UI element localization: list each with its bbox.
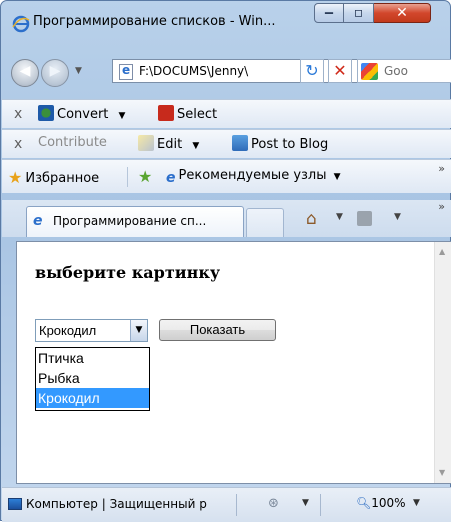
scroll-up-icon[interactable]: ▲ bbox=[439, 247, 445, 256]
status-bar: Компьютер | Защищенный р ⊛ ▼ 🔍︎100% ▼ bbox=[2, 487, 451, 522]
picture-select-value: Крокодил bbox=[39, 323, 97, 338]
suggested-sites-button[interactable]: e Рекомендуемые узлы ▼ bbox=[166, 168, 341, 186]
command-bar-overflow-icon[interactable]: » bbox=[438, 200, 445, 213]
picture-dropdown-list: Птичка Рыбка Крокодил bbox=[35, 347, 150, 411]
scroll-down-icon[interactable]: ▼ bbox=[439, 468, 445, 477]
pdf-toolbar: x Convert ▼ Select bbox=[2, 99, 451, 128]
feeds-dropdown-icon[interactable]: ▼ bbox=[394, 212, 401, 222]
caption-buttons: ‒ ▫ ✕ bbox=[314, 3, 431, 25]
contribute-button[interactable]: Contribute bbox=[38, 135, 107, 150]
convert-label: Convert bbox=[57, 107, 109, 122]
option-crocodile[interactable]: Крокодил bbox=[36, 388, 149, 408]
back-button[interactable]: ◀ bbox=[11, 59, 39, 87]
forward-arrow-icon: ▶ bbox=[49, 63, 61, 79]
close-toolbar-icon[interactable]: x bbox=[14, 106, 22, 122]
option-fish[interactable]: Рыбка bbox=[36, 368, 149, 388]
minimize-icon: ‒ bbox=[324, 5, 334, 21]
search-box[interactable]: Goo bbox=[357, 59, 451, 83]
select-icon bbox=[158, 105, 174, 121]
zoom-value: 100% bbox=[371, 496, 406, 510]
security-zone-text[interactable]: Компьютер | Защищенный р bbox=[26, 497, 231, 511]
show-button[interactable]: Показать bbox=[159, 319, 276, 341]
internet-explorer-icon bbox=[12, 15, 30, 33]
back-arrow-icon: ◀ bbox=[19, 63, 31, 79]
picture-select[interactable]: Крокодил ▼ bbox=[35, 319, 148, 342]
add-to-favorites-button[interactable]: ★ bbox=[138, 167, 155, 186]
post-to-blog-label: Post to Blog bbox=[251, 137, 329, 152]
chevron-down-icon[interactable]: ▼ bbox=[130, 320, 147, 341]
computer-zone-icon bbox=[8, 498, 22, 510]
edit-icon bbox=[138, 135, 154, 151]
favorites-button[interactable]: ★ Избранное bbox=[8, 168, 100, 187]
convert-icon bbox=[38, 105, 54, 121]
zoom-icon: 🔍︎ bbox=[356, 496, 372, 510]
refresh-button[interactable]: ↻ bbox=[300, 59, 324, 83]
add-favorite-icon: ★ bbox=[138, 167, 153, 186]
internet-explorer-icon: e bbox=[33, 213, 43, 229]
option-bird[interactable]: Птичка bbox=[36, 348, 149, 368]
browser-window: Программирование списков - Win... ‒ ▫ ✕ … bbox=[0, 0, 451, 522]
forward-button[interactable]: ▶ bbox=[41, 59, 69, 87]
divider bbox=[320, 494, 321, 516]
select-button[interactable]: Select bbox=[158, 105, 217, 122]
vertical-scrollbar[interactable]: ▲ ▼ bbox=[434, 242, 451, 483]
favorites-label: Избранное bbox=[25, 171, 100, 186]
convert-dropdown-icon[interactable]: ▼ bbox=[119, 111, 126, 121]
tab-label: Программирование сп... bbox=[53, 214, 207, 228]
stop-icon: ✕ bbox=[333, 61, 347, 80]
maximize-icon: ▫ bbox=[353, 5, 364, 21]
page-icon bbox=[119, 63, 133, 80]
contribute-toolbar: x Contribute Edit ▼ Post to Blog bbox=[2, 129, 451, 158]
divider bbox=[236, 494, 237, 516]
minimize-button[interactable]: ‒ bbox=[314, 3, 344, 23]
select-label: Select bbox=[177, 107, 218, 122]
convert-button[interactable]: Convert ▼ bbox=[38, 105, 125, 122]
tab-row: e Программирование сп... ⌂ ▼ ▼ » bbox=[2, 200, 451, 237]
home-icon[interactable]: ⌂ bbox=[306, 209, 317, 229]
edit-button[interactable]: Edit ▼ bbox=[138, 135, 199, 152]
rss-feed-icon[interactable] bbox=[357, 211, 372, 226]
search-provider-icon bbox=[361, 63, 378, 80]
edit-label: Edit bbox=[157, 137, 183, 152]
blog-icon bbox=[232, 135, 248, 151]
zoom-level[interactable]: 🔍︎100% bbox=[356, 496, 406, 510]
page-heading: выберите картинку bbox=[35, 263, 221, 282]
protected-mode-dropdown-icon[interactable]: ▼ bbox=[302, 498, 309, 508]
star-icon: ★ bbox=[8, 168, 23, 187]
close-toolbar-icon[interactable]: x bbox=[14, 136, 22, 152]
close-button[interactable]: ✕ bbox=[374, 3, 431, 23]
post-to-blog-button[interactable]: Post to Blog bbox=[232, 135, 328, 152]
recent-pages-dropdown-icon[interactable]: ▼ bbox=[75, 66, 82, 76]
suggested-sites-dropdown-icon: ▼ bbox=[333, 172, 341, 182]
window-title: Программирование списков - Win... bbox=[33, 14, 276, 29]
title-bar: Программирование списков - Win... ‒ ▫ ✕ bbox=[1, 1, 451, 45]
stop-button[interactable]: ✕ bbox=[328, 59, 352, 83]
home-dropdown-icon[interactable]: ▼ bbox=[336, 212, 343, 222]
favorites-overflow-icon[interactable]: » bbox=[438, 162, 445, 175]
internet-explorer-icon: e bbox=[166, 170, 176, 186]
close-icon: ✕ bbox=[396, 5, 408, 21]
edit-dropdown-icon[interactable]: ▼ bbox=[192, 141, 199, 151]
favorites-bar: ★ Избранное ★ e Рекомендуемые узлы ▼ » bbox=[2, 159, 451, 193]
suggested-sites-label: Рекомендуемые узлы bbox=[178, 168, 327, 183]
page-content: выберите картинку Крокодил ▼ Показать Пт… bbox=[16, 241, 451, 484]
divider bbox=[127, 167, 128, 187]
tab-active[interactable]: e Программирование сп... bbox=[26, 206, 244, 237]
address-input[interactable]: F:\DOCUMS\Jenny\ bbox=[139, 64, 248, 78]
maximize-button[interactable]: ▫ bbox=[344, 3, 374, 23]
navigation-bar: ◀ ▶ ▼ F:\DOCUMS\Jenny\ ▼ ↻ ✕ Goo bbox=[1, 53, 451, 91]
zoom-dropdown-icon[interactable]: ▼ bbox=[413, 498, 420, 508]
popup-blocker-icon[interactable]: ⊛ bbox=[268, 496, 279, 511]
search-input[interactable]: Goo bbox=[384, 64, 408, 78]
new-tab-button[interactable] bbox=[246, 208, 284, 237]
refresh-icon: ↻ bbox=[305, 61, 319, 80]
